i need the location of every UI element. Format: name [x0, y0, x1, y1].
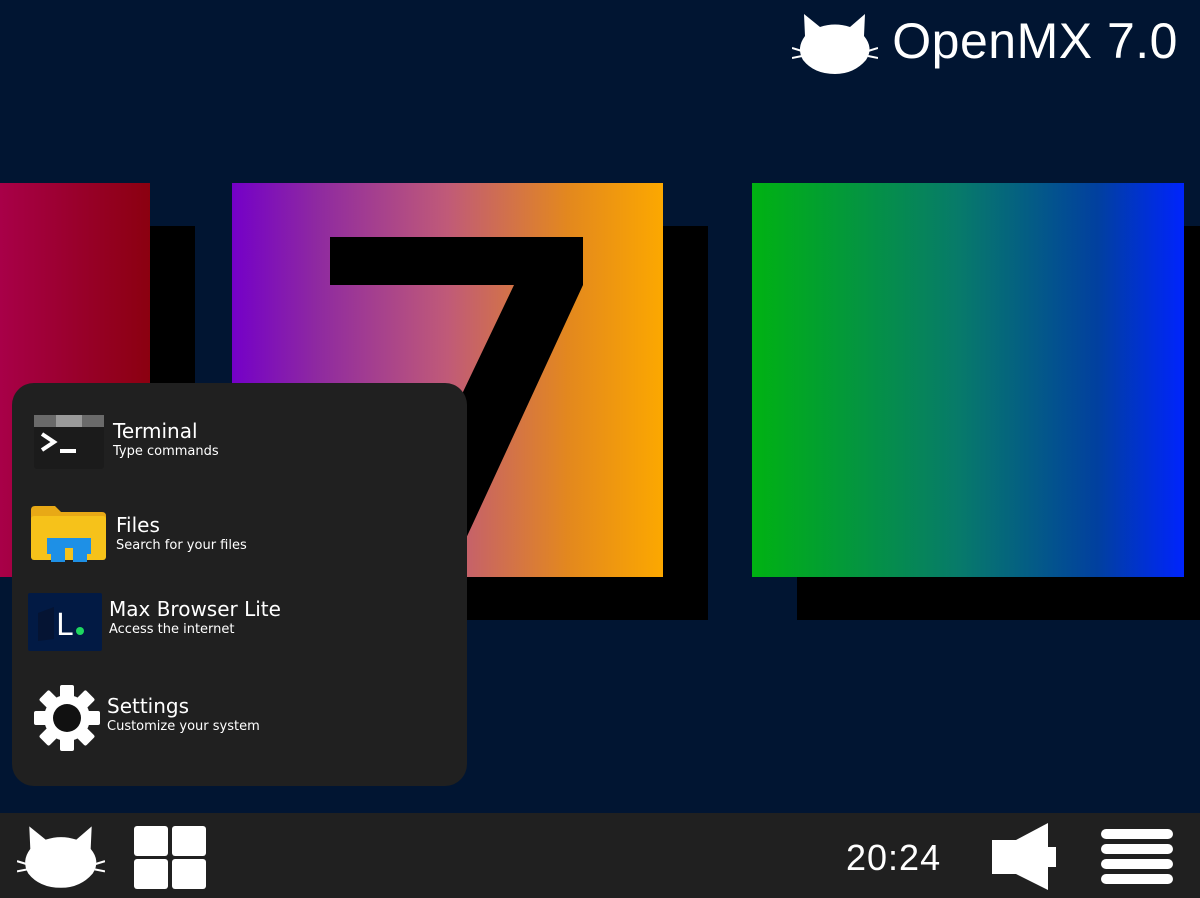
gear-icon [34, 685, 100, 751]
folder-icon [31, 506, 106, 562]
menu-item-text: Terminal Type commands [113, 420, 219, 460]
hamburger-icon [1101, 829, 1173, 884]
grid-icon [134, 826, 206, 889]
menu-item-title: Files [116, 513, 160, 537]
menu-item-title: Terminal [113, 419, 198, 443]
speaker-icon [992, 823, 1056, 890]
menu-item-terminal[interactable]: Terminal Type commands [12, 403, 467, 483]
desktop: OpenMX 7.0 Terminal Type commands Files … [0, 0, 1200, 813]
start-button[interactable] [17, 820, 105, 888]
menu-item-title: Settings [107, 694, 190, 718]
start-menu: Terminal Type commands Files Search for … [12, 383, 467, 786]
menu-item-browser[interactable]: L Max Browser Lite Access the internet [12, 583, 467, 663]
menu-item-subtitle: Search for your files [116, 538, 247, 553]
menu-item-subtitle: Type commands [113, 444, 219, 459]
menu-item-files[interactable]: Files Search for your files [12, 496, 467, 576]
menu-item-text: Settings Customize your system [107, 695, 260, 735]
menu-item-settings[interactable]: Settings Customize your system [12, 678, 467, 758]
menu-button[interactable] [1101, 829, 1173, 885]
cat-icon [17, 826, 105, 888]
clock[interactable]: 20:24 [846, 838, 941, 878]
brand: OpenMX 7.0 [792, 8, 1178, 74]
browser-icon-letter: L [56, 608, 73, 643]
cat-icon [792, 14, 879, 74]
menu-item-subtitle: Customize your system [107, 719, 260, 734]
browser-icon: L [28, 593, 102, 651]
menu-item-text: Max Browser Lite Access the internet [109, 598, 281, 638]
menu-item-title: Max Browser Lite [109, 597, 281, 621]
apps-button[interactable] [134, 826, 206, 889]
menu-item-subtitle: Access the internet [109, 622, 235, 637]
volume-button[interactable] [992, 823, 1056, 890]
menu-item-text: Files Search for your files [116, 514, 247, 554]
terminal-icon [34, 415, 104, 469]
brand-name: OpenMX 7.0 [892, 13, 1178, 69]
